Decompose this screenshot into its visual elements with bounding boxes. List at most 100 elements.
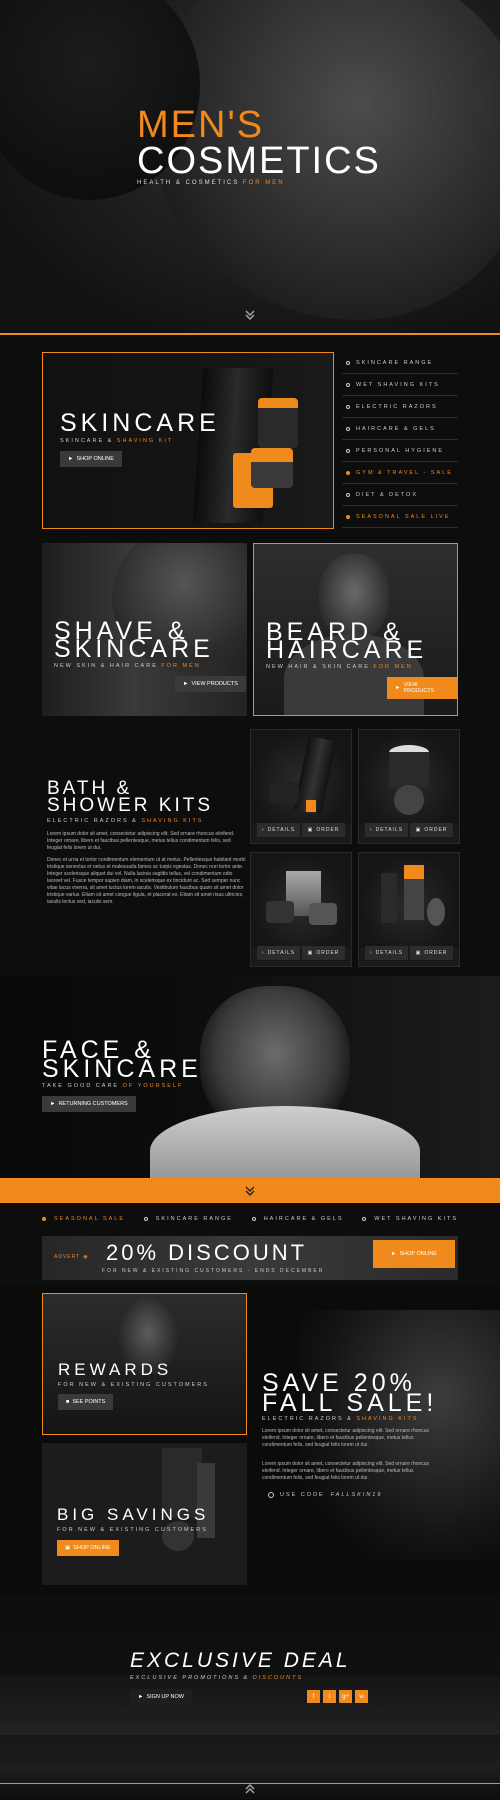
bullet-icon — [346, 470, 350, 475]
jar-front-image — [394, 785, 424, 815]
big-savings-title: BIG SAVINGS — [57, 1505, 210, 1524]
big-savings-card[interactable]: BIG SAVINGS FOR NEW & EXISTING CUSTOMERS… — [42, 1443, 247, 1585]
cart-icon: ▣ — [307, 950, 314, 956]
bullet-icon — [346, 448, 350, 453]
scroll-down-icon[interactable] — [244, 309, 256, 321]
orange-divider-bar — [0, 1178, 500, 1203]
exclusive-deal-section: EXCLUSIVE DEAL EXCLUSIVE PROMOTIONS & DI… — [0, 1595, 500, 1800]
bath-kits-section: BATH & SHOWER KITS ELECTRIC RAZORS & SHA… — [47, 779, 247, 906]
tab-label: SEASONAL SALE — [54, 1216, 126, 1222]
skincare-subtitle: SKINCARE & SHAVING KIT — [60, 438, 173, 444]
product-card[interactable]: › DETAILS ▣ ORDER — [250, 852, 352, 967]
skincare-feature-card[interactable]: SKINCARE SKINCARE & SHAVING KIT ► SHOP O… — [42, 352, 334, 529]
face-subtitle: TAKE GOOD CARE OF YOURSELF — [42, 1083, 183, 1089]
advert-tag: ADVERT ◉ — [54, 1254, 89, 1260]
bottle-image — [381, 873, 397, 923]
details-label: DETAILS — [267, 827, 296, 833]
menu-item-label: SEASONAL SALE LIVE — [356, 513, 451, 520]
scroll-to-top-icon[interactable] — [244, 1783, 256, 1795]
tab-skincare-range[interactable]: SKINCARE RANGE — [143, 1216, 233, 1222]
order-button[interactable]: ▣ ORDER — [302, 823, 345, 837]
order-button[interactable]: ▣ ORDER — [302, 946, 345, 960]
product-jar2-image — [251, 448, 293, 488]
facebook-icon[interactable]: f — [307, 1690, 320, 1703]
chevron-right-icon: › — [261, 827, 265, 833]
details-button[interactable]: › DETAILS — [365, 946, 408, 960]
menu-item-electric-razors[interactable]: ELECTRIC RAZORS — [342, 396, 458, 418]
chevron-right-icon: › — [369, 827, 373, 833]
menu-item-seasonal-sale[interactable]: SEASONAL SALE LIVE — [342, 506, 458, 528]
beard-subtitle-main: NEW HAIR & SKIN CARE — [266, 664, 370, 670]
view-products-button[interactable]: ► VIEW PRODUCTS — [175, 676, 246, 692]
fall-sale-subtitle-accent: SHAVING KITS — [356, 1416, 419, 1422]
sign-up-label: SIGN UP NOW — [146, 1694, 184, 1700]
google-plus-icon[interactable]: g+ — [339, 1690, 352, 1703]
see-points-button[interactable]: ■ SEE POINTS — [58, 1394, 114, 1410]
tab-haircare-gels[interactable]: HAIRCARE & GELS — [251, 1216, 344, 1222]
bullet-icon — [251, 1217, 256, 1221]
scroll-down-icon[interactable] — [244, 1185, 256, 1197]
menu-item-personal-hygiene[interactable]: PERSONAL HYGIENE — [342, 440, 458, 462]
product-card[interactable]: › DETAILS ▣ ORDER — [358, 852, 460, 967]
product-image — [359, 853, 459, 948]
shave-title-line2: SKINCARE — [54, 635, 214, 663]
menu-item-wet-shaving[interactable]: WET SHAVING KITS — [342, 374, 458, 396]
menu-item-diet-detox[interactable]: DIET & DETOX — [342, 484, 458, 506]
menu-item-label: SKINCARE RANGE — [356, 359, 434, 366]
bullet-icon — [143, 1217, 148, 1221]
chevron-right-icon: › — [369, 950, 373, 956]
social-links: f t g+ w — [307, 1690, 368, 1703]
bath-subtitle: ELECTRIC RAZORS & SHAVING KITS — [47, 818, 247, 824]
megaphone-icon: ► — [138, 1694, 144, 1700]
rewards-card[interactable]: REWARDS FOR NEW & EXISTING CUSTOMERS ■ S… — [42, 1293, 247, 1435]
whatsapp-icon[interactable]: w — [355, 1690, 368, 1703]
hero-subtitle-main: HEALTH & COSMETICS — [137, 180, 240, 186]
promo-code: USE CODE FALLSKIN19 — [268, 1492, 382, 1498]
product-card[interactable]: › DETAILS ▣ ORDER — [250, 729, 352, 844]
shop-online-button[interactable]: ▣ SHOP ONLINE — [57, 1540, 119, 1556]
view-products-label: VIEW PRODUCTS — [191, 681, 238, 687]
menu-item-gym-travel[interactable]: GYM & TRAVEL - SALE — [342, 462, 458, 484]
section-divider — [0, 333, 500, 335]
twitter-icon[interactable]: t — [323, 1690, 336, 1703]
menu-item-skincare-range[interactable]: SKINCARE RANGE — [342, 352, 458, 374]
advert-label: ADVERT — [54, 1254, 81, 1260]
menu-item-label: GYM & TRAVEL - SALE — [356, 469, 453, 476]
exclusive-subtitle-accent: DISCOUNTS — [252, 1675, 304, 1681]
details-button[interactable]: › DETAILS — [257, 946, 300, 960]
bottle-orange-image — [404, 865, 424, 920]
big-savings-subtitle: FOR NEW & EXISTING CUSTOMERS — [57, 1527, 208, 1533]
beard-haircare-card[interactable]: BEARD & HAIRCARE NEW HAIR & SKIN CARE FO… — [253, 543, 458, 716]
tab-seasonal-sale[interactable]: SEASONAL SALE — [42, 1216, 125, 1222]
details-label: DETAILS — [375, 827, 404, 833]
shop-online-button[interactable]: ► SHOP ONLINE — [373, 1240, 455, 1268]
returning-customers-button[interactable]: ► RETURNING CUSTOMERS — [42, 1096, 136, 1112]
megaphone-icon: ► — [395, 685, 401, 691]
sign-up-button[interactable]: ► SIGN UP NOW — [130, 1689, 192, 1705]
shave-skincare-card[interactable]: SHAVE & SKINCARE NEW SKIN & HAIR CARE FO… — [42, 543, 247, 716]
rewards-subtitle: FOR NEW & EXISTING CUSTOMERS — [58, 1382, 209, 1388]
order-button[interactable]: ▣ ORDER — [410, 823, 453, 837]
menu-item-haircare[interactable]: HAIRCARE & GELS — [342, 418, 458, 440]
rewards-title: REWARDS — [58, 1360, 173, 1379]
cart-icon: ▣ — [65, 1545, 71, 1551]
menu-item-label: PERSONAL HYGIENE — [356, 447, 445, 454]
discount-banner: ADVERT ◉ 20% DISCOUNT FOR NEW & EXISTING… — [42, 1236, 458, 1280]
skincare-subtitle-main: SKINCARE & — [60, 438, 114, 444]
details-button[interactable]: › DETAILS — [365, 823, 408, 837]
order-button[interactable]: ▣ ORDER — [410, 946, 453, 960]
model-shirt-image — [150, 1106, 420, 1178]
hero-subtitle: HEALTH & COSMETICS FOR MEN — [137, 180, 285, 186]
shop-online-button[interactable]: ► SHOP ONLINE — [60, 451, 122, 467]
details-button[interactable]: › DETAILS — [257, 823, 300, 837]
beard-subtitle: NEW HAIR & SKIN CARE FOR MEN — [266, 664, 413, 670]
skincare-title: SKINCARE — [60, 409, 220, 437]
megaphone-icon: ► — [391, 1251, 397, 1257]
view-products-button[interactable]: ► VIEW PRODUCTS — [387, 677, 457, 699]
hero-title-line2: COSMETICS — [137, 140, 381, 182]
tab-wet-shaving-kits[interactable]: WET SHAVING KITS — [362, 1216, 458, 1222]
product-card[interactable]: › DETAILS ▣ ORDER — [358, 729, 460, 844]
product-image — [359, 730, 459, 825]
face-subtitle-main: TAKE GOOD CARE — [42, 1083, 120, 1089]
jar-image — [427, 898, 445, 926]
